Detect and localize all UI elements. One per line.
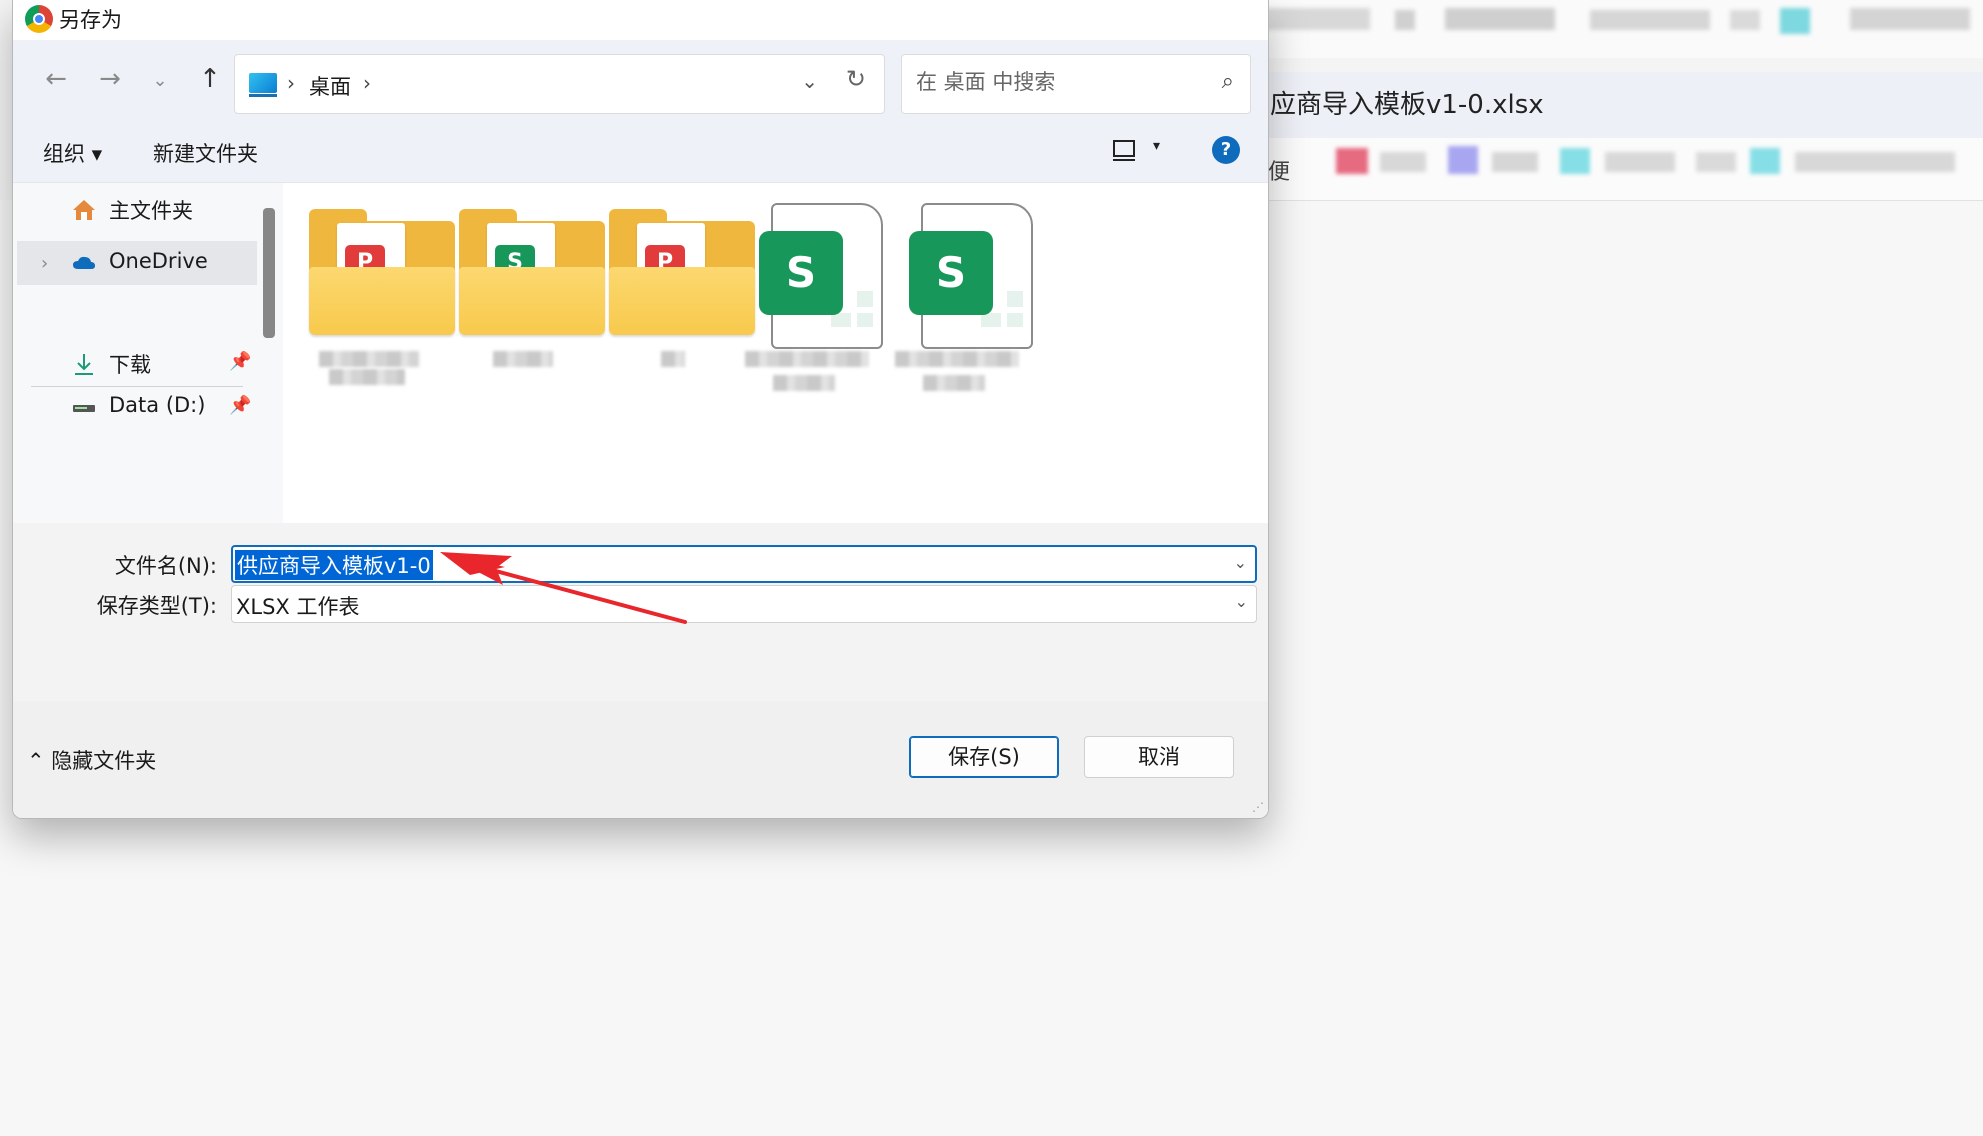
- pin-icon[interactable]: 📌: [229, 351, 251, 372]
- folder-item[interactable]: S: [435, 203, 605, 403]
- view-mode-icon[interactable]: [1113, 140, 1135, 161]
- spreadsheet-file-item[interactable]: S: [735, 203, 905, 403]
- chevron-up-icon: ⌃: [27, 749, 52, 773]
- file-name-redacted: [319, 351, 419, 367]
- breadcrumb-desktop[interactable]: 桌面: [309, 71, 351, 101]
- sidebar-scrollbar[interactable]: [263, 208, 275, 338]
- resize-grip-icon[interactable]: ⋰: [1252, 800, 1264, 814]
- sidebar-item-label: 主文件夹: [109, 199, 193, 223]
- dialog-titlebar[interactable]: 另存为: [13, 0, 1268, 40]
- address-bar[interactable]: › 桌面 › ⌄ ↻: [234, 54, 885, 114]
- sidebar-item-data-drive[interactable]: Data (D:) 📌: [17, 381, 257, 435]
- refresh-icon[interactable]: ↻: [846, 65, 866, 93]
- file-name-redacted: [745, 351, 869, 367]
- filename-field[interactable]: 供应商导入模板v1-0 ⌄: [231, 545, 1257, 583]
- chevron-down-icon[interactable]: ⌄: [1234, 553, 1247, 572]
- chrome-icon: [25, 5, 53, 33]
- save-as-dialog: 另存为 ← → ⌄ ↑ › 桌面 › ⌄ ↻ ⌕ 组织 ▾ 新建文件夹 ▾ ?: [12, 0, 1269, 819]
- sidebar-item-label: OneDrive: [109, 249, 208, 273]
- help-icon[interactable]: ?: [1212, 136, 1240, 164]
- onedrive-cloud-icon: [73, 256, 95, 269]
- filetype-label: 保存类型(T):: [96, 594, 217, 618]
- search-icon[interactable]: ⌕: [1222, 69, 1234, 94]
- organize-menu-button[interactable]: 组织 ▾: [43, 138, 102, 168]
- download-icon: [75, 354, 93, 375]
- spreadsheet-badge-icon: S: [909, 231, 993, 315]
- file-name-redacted: [493, 351, 553, 367]
- search-input[interactable]: [914, 69, 1188, 95]
- spreadsheet-badge-icon: S: [759, 231, 843, 315]
- arrow-right-icon[interactable]: →: [95, 64, 125, 94]
- filename-label: 文件名(N):: [114, 554, 217, 578]
- new-folder-button[interactable]: 新建文件夹: [153, 138, 258, 168]
- sidebar-item-onedrive[interactable]: › OneDrive: [17, 241, 257, 285]
- background-file-title: 应商导入模板v1-0.xlsx: [1270, 90, 1544, 120]
- view-mode-caret-icon[interactable]: ▾: [1153, 138, 1160, 154]
- arrow-left-icon[interactable]: ←: [41, 64, 71, 94]
- filetype-select[interactable]: XLSX 工作表 ⌄: [231, 585, 1257, 623]
- file-name-redacted: [895, 351, 1019, 367]
- breadcrumb-separator: ›: [287, 71, 295, 95]
- file-name-redacted: [661, 351, 685, 367]
- chevron-right-icon[interactable]: ›: [41, 253, 48, 274]
- background-toolbar-text: 便: [1268, 160, 1291, 185]
- background-tab-strip: [1230, 0, 1983, 58]
- sidebar-item-label: Data (D:): [109, 393, 206, 417]
- address-history-dropdown-icon[interactable]: ⌄: [801, 69, 818, 93]
- spreadsheet-file-item[interactable]: S: [885, 203, 1055, 403]
- sidebar-item-label: 下载: [109, 353, 151, 377]
- pin-icon[interactable]: 📌: [229, 395, 251, 416]
- drive-icon: [73, 405, 95, 412]
- desktop-icon: [249, 73, 277, 97]
- folder-item[interactable]: P: [285, 203, 455, 403]
- save-options-panel: 文件名(N): 供应商导入模板v1-0 ⌄ 保存类型(T): XLSX 工作表 …: [13, 523, 1268, 818]
- background-toolbar: [1230, 138, 1983, 201]
- command-bar: 组织 ▾ 新建文件夹 ▾ ?: [13, 120, 1268, 183]
- breadcrumb-separator[interactable]: ›: [363, 71, 371, 95]
- navigation-row: ← → ⌄ ↑ › 桌面 › ⌄ ↻ ⌕: [13, 40, 1268, 120]
- arrow-up-icon[interactable]: ↑: [195, 64, 225, 94]
- dialog-footer: ⌃ 隐藏文件夹 保存(S) 取消 ⋰: [13, 701, 1268, 818]
- search-box[interactable]: ⌕: [901, 54, 1251, 114]
- save-button[interactable]: 保存(S): [909, 736, 1059, 778]
- hide-folders-label: 隐藏文件夹: [51, 749, 157, 773]
- home-icon: [73, 200, 95, 220]
- hide-folders-toggle[interactable]: ⌃ 隐藏文件夹: [27, 745, 156, 775]
- filename-input-value[interactable]: 供应商导入模板v1-0: [235, 550, 433, 580]
- chevron-down-icon[interactable]: ⌄: [1235, 592, 1248, 611]
- filetype-value: XLSX 工作表: [236, 595, 360, 619]
- navigation-pane: 主文件夹 图库 › OneDrive 下载 📌: [13, 183, 283, 523]
- dialog-title: 另存为: [59, 8, 122, 32]
- folder-item[interactable]: P: [585, 203, 755, 403]
- chevron-down-icon[interactable]: ⌄: [145, 70, 175, 91]
- file-list: P S P S S: [285, 183, 1268, 523]
- cancel-button[interactable]: 取消: [1084, 736, 1234, 778]
